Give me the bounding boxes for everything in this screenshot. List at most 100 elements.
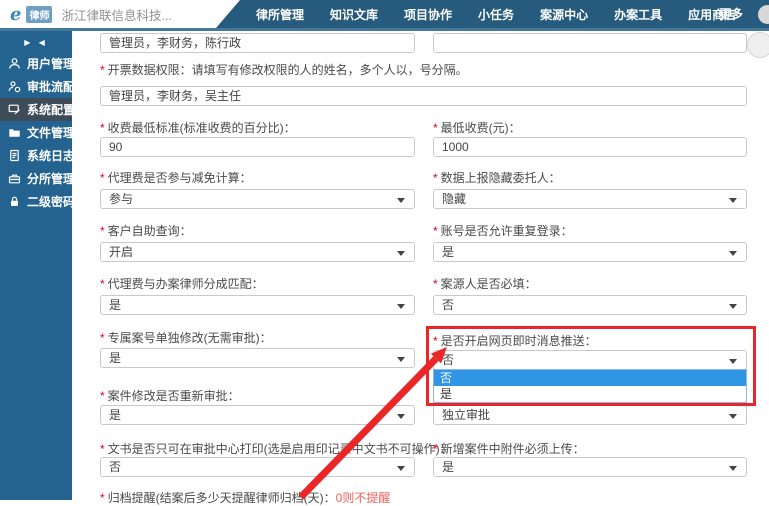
select-value: 隐藏 (442, 192, 467, 206)
sidebar-item-file-management[interactable]: 文件管理 (0, 121, 75, 144)
required-asterisk: * (100, 63, 105, 77)
sidebar-item-label: 系统配置 (27, 103, 76, 117)
nav-item-firm-management[interactable]: 律所管理 (256, 6, 304, 23)
nav-item-small-tasks[interactable]: 小任务 (478, 6, 514, 23)
min-fee-percent-input[interactable]: 90 (100, 137, 415, 157)
avatar[interactable] (758, 5, 769, 24)
required-asterisk: * (433, 171, 438, 185)
sidebar-item-label: 系统日志 (27, 149, 76, 163)
select-value: 否 (442, 298, 455, 312)
label-text: 案件修改是否重新审批： (107, 389, 240, 403)
required-asterisk: * (100, 442, 105, 456)
nav-item-knowledge-library[interactable]: 知识文库 (330, 6, 378, 23)
logo: e 律师 浙江律联信息科技... (0, 0, 240, 28)
select-value: 否 (442, 353, 455, 367)
sidebar-item-system-config[interactable]: 系统配置 (0, 98, 76, 121)
fee-lawyer-split-label: * 代理费与办案律师分成匹配： (100, 275, 264, 292)
chevron-down-icon (729, 251, 737, 256)
empty-input[interactable] (433, 33, 747, 53)
exclusive-case-modify-select[interactable]: 是 (100, 348, 415, 368)
sidebar-item-approval-flow[interactable]: 审批流配.. (0, 75, 82, 98)
sidebar-collapse-icon[interactable]: ▶ ◀ (0, 34, 72, 52)
invoice-data-permission-input[interactable]: 管理员，李财务，吴主任 (100, 86, 747, 106)
logo-e-icon: e (10, 3, 22, 25)
doc-print-label: * 文书是否只可在审批中心打印(选是启用印记录中文书不可操作)： (100, 440, 452, 457)
nav-item-case-tools[interactable]: 办案工具 (614, 6, 662, 23)
floating-widget-circle[interactable] (747, 32, 769, 58)
fee-lawyer-split-select[interactable]: 是 (100, 295, 415, 315)
client-self-query-select[interactable]: 开启 (100, 242, 415, 262)
label-text: 收费最低标准(标准收费的百分比)： (107, 121, 296, 135)
chevron-down-icon (397, 198, 405, 203)
nav-menu: 律所管理 知识文库 项目协作 小任务 案源中心 办案工具 应用商店 (256, 0, 736, 28)
navbar-divider (0, 28, 769, 31)
web-push-label: * 是否开启网页即时消息推送： (433, 332, 597, 349)
chevron-down-icon (397, 466, 405, 471)
select-value: 参与 (109, 192, 134, 206)
nav-item-case-source-center[interactable]: 案源中心 (540, 6, 588, 23)
required-asterisk: * (100, 121, 105, 135)
sidebar-item-label: 二级密码 (27, 195, 76, 209)
case-source-required-label: * 案源人是否必填： (433, 275, 537, 292)
input-value: 管理员，李财务，陈行政 (109, 36, 242, 50)
attachment-required-select[interactable]: 是 (433, 457, 747, 477)
case-source-required-select[interactable]: 否 (433, 295, 747, 315)
label-text: 文书是否只可在审批中心打印(选是启用印记录中文书不可操作)： (107, 442, 452, 456)
dropdown-option-no[interactable]: 否 (434, 370, 746, 386)
duplicate-login-label: * 账号是否允许重复登录： (433, 222, 573, 239)
doc-print-select[interactable]: 否 (100, 457, 415, 477)
chevron-down-icon (397, 357, 405, 362)
chevron-down-icon (729, 359, 737, 364)
dropdown-option-yes[interactable]: 是 (434, 386, 746, 402)
input-value: 管理员，李财务，吴主任 (109, 89, 242, 103)
required-asterisk: * (100, 331, 105, 345)
agency-fee-reduction-select[interactable]: 参与 (100, 189, 415, 209)
more-button[interactable]: 更多 (719, 0, 743, 28)
select-value: 独立审批 (442, 408, 491, 422)
log-icon (10, 149, 19, 162)
label-text: 账号是否允许重复登录： (440, 224, 573, 238)
case-remodify-approval-label: * 案件修改是否重新审批： (100, 387, 240, 404)
required-asterisk: * (100, 491, 105, 505)
required-asterisk: * (100, 277, 105, 291)
min-fee-amount-input[interactable]: 1000 (433, 137, 747, 157)
web-push-select[interactable]: 否 (433, 350, 747, 370)
case-remodify-approval-select[interactable]: 是 (100, 405, 415, 425)
label-text: 数据上报隐藏委托人： (440, 171, 561, 185)
duplicate-login-select[interactable]: 是 (433, 242, 747, 262)
label-text: 是否开启网页即时消息推送： (440, 334, 597, 348)
logo-badge: 律师 (26, 5, 53, 23)
label-text: 客户自助查询： (107, 224, 192, 238)
modify-permission-input[interactable]: 管理员，李财务，陈行政 (100, 33, 415, 53)
select-value: 是 (442, 460, 455, 474)
label-highlight-text: 0则不提醒 (335, 491, 391, 505)
sidebar-item-branch-management[interactable]: 分所管理 (0, 167, 75, 190)
min-fee-percent-label: * 收费最低标准(标准收费的百分比)： (100, 119, 296, 136)
archive-reminder-label: * 归档提醒(结案后多少天提醒律师归档(天)：0则不提醒 (100, 489, 390, 506)
required-asterisk: * (433, 334, 438, 348)
sidebar-item-label: 审批流配.. (27, 80, 82, 94)
label-text: 专属案号单独修改(无需审批)： (107, 331, 272, 345)
sidebar-item-secondary-password[interactable]: 二级密码 (0, 190, 76, 213)
sidebar-item-label: 用户管理 (27, 57, 76, 71)
system-config-icon (8, 104, 20, 115)
label-text: 归档提醒(结案后多少天提醒律师归档(天)： (107, 491, 336, 505)
nav-item-project-collab[interactable]: 项目协作 (404, 6, 452, 23)
sidebar-item-system-log[interactable]: 系统日志 (0, 144, 76, 167)
select-value: 是 (442, 245, 455, 259)
sidebar-item-user-management[interactable]: 用户管理 (0, 52, 76, 75)
client-self-query-label: * 客户自助查询： (100, 222, 192, 239)
required-asterisk: * (433, 224, 438, 238)
folder-icon (9, 129, 20, 137)
report-hide-client-select[interactable]: 隐藏 (433, 189, 747, 209)
select-value: 是 (109, 408, 122, 422)
label-text: 代理费是否参与减免计算： (107, 171, 252, 185)
label-text: 代理费与办案律师分成匹配： (107, 277, 264, 291)
exclusive-case-modify-label: * 专属案号单独修改(无需审批)： (100, 329, 272, 346)
label-text: 新增案件中附件必须上传： (440, 442, 585, 456)
independent-approval-select[interactable]: 独立审批 (433, 405, 747, 425)
chevron-down-icon (729, 466, 737, 471)
lock-icon (11, 196, 18, 206)
required-asterisk: * (100, 224, 105, 238)
chevron-down-icon (397, 414, 405, 419)
